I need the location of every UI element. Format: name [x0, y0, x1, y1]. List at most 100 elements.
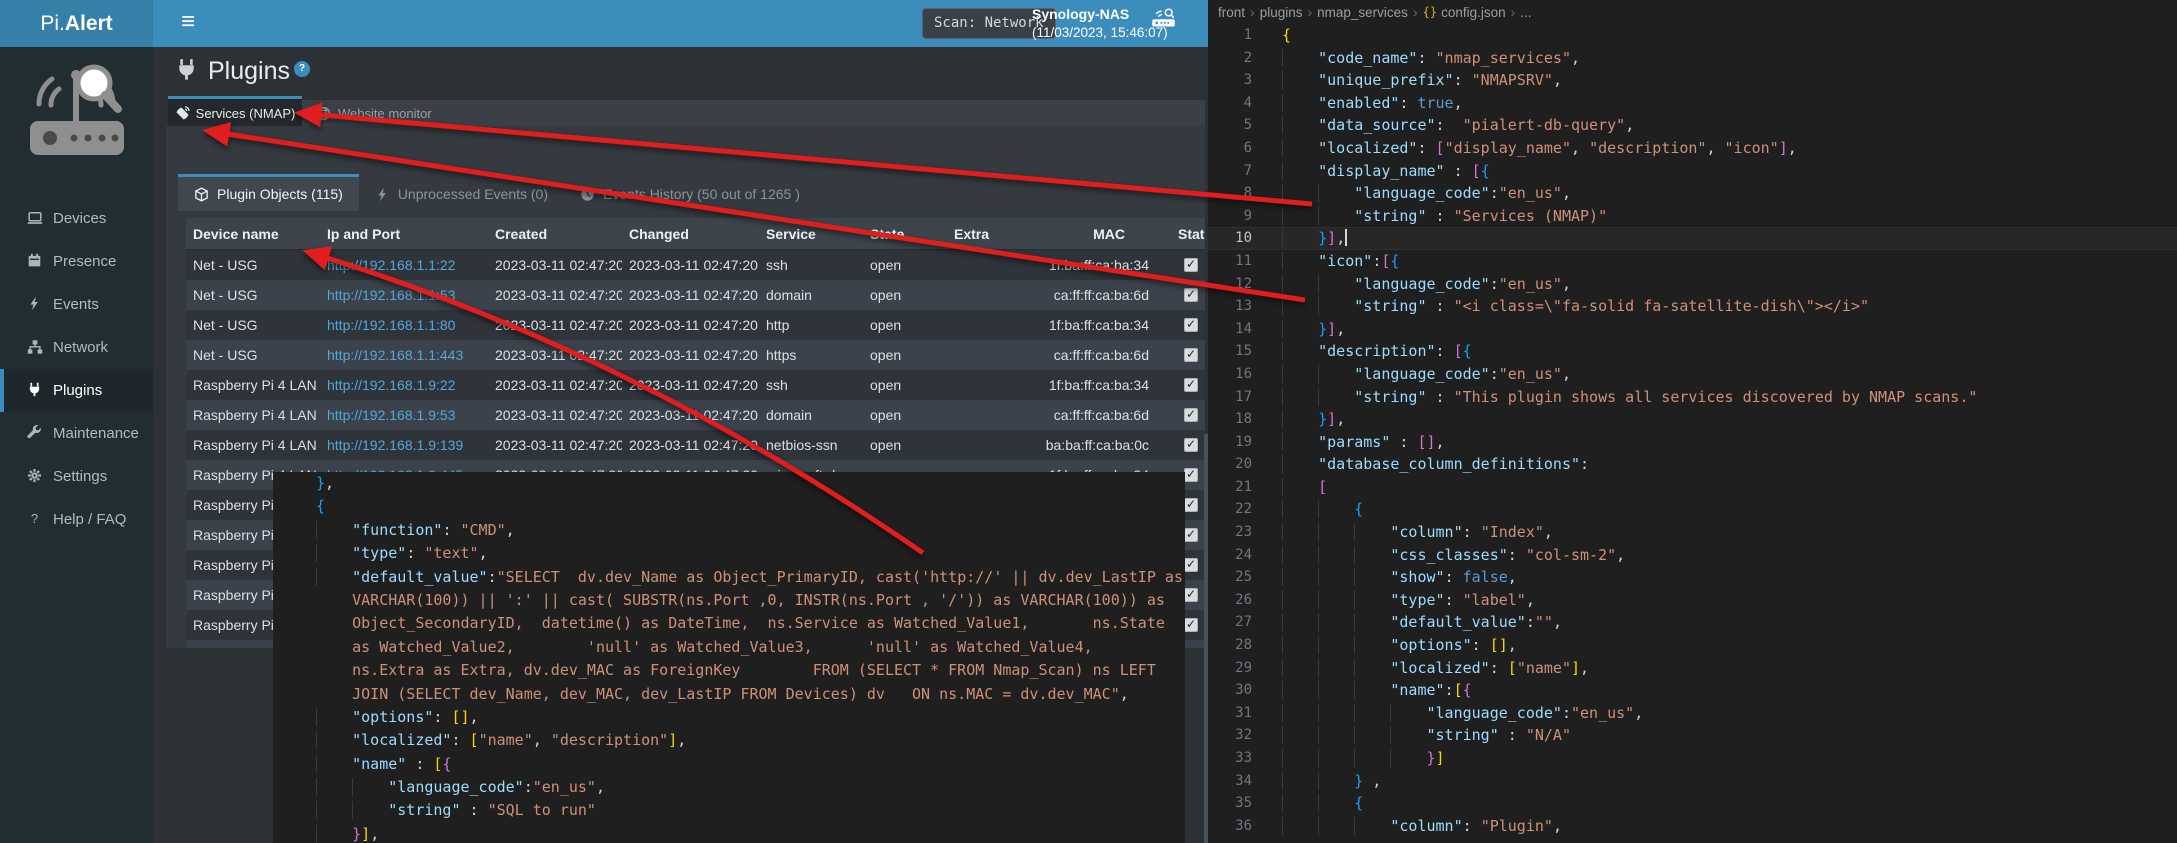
- column-header-extra[interactable]: Extra: [947, 226, 1027, 242]
- code-line[interactable]: 30 "name":[{: [1208, 679, 2177, 702]
- tab-website-monitor[interactable]: Website monitor: [302, 100, 446, 127]
- table-row[interactable]: Net - USGhttp://192.168.1.1:532023-03-11…: [186, 280, 1205, 310]
- ip-port-link[interactable]: http://192.168.1.1:22: [327, 257, 455, 273]
- code-line[interactable]: 14 }],: [1208, 318, 2177, 341]
- code-line[interactable]: 1{: [1208, 24, 2177, 47]
- status-checkbox[interactable]: [1184, 258, 1198, 272]
- tab-unprocessed-events[interactable]: Unprocessed Events (0): [359, 174, 564, 211]
- ip-port-link[interactable]: http://192.168.1.9:53: [327, 407, 455, 423]
- sidebar-item-devices[interactable]: Devices: [0, 197, 153, 240]
- breadcrumb-item-nmap-services[interactable]: nmap_services: [1317, 5, 1408, 20]
- tab-plugin-objects[interactable]: Plugin Objects (115): [178, 174, 359, 211]
- sidebar-item-network[interactable]: Network: [0, 326, 153, 369]
- code-line[interactable]: 34 } ,: [1208, 770, 2177, 793]
- code-line[interactable]: 28 "options": [],: [1208, 634, 2177, 657]
- code-line[interactable]: 22 {: [1208, 498, 2177, 521]
- line-number: 15: [1208, 340, 1252, 363]
- code-line[interactable]: 32 "string" : "N/A": [1208, 724, 2177, 747]
- code-line[interactable]: 8 "language_code":"en_us",: [1208, 182, 2177, 205]
- column-header-service[interactable]: Service: [759, 226, 863, 242]
- code-line[interactable]: 12 "language_code":"en_us",: [1208, 273, 2177, 296]
- breadcrumb-item-[interactable]: ...: [1520, 5, 1531, 20]
- status-checkbox[interactable]: [1184, 288, 1198, 302]
- status-checkbox[interactable]: [1184, 408, 1198, 422]
- code-line[interactable]: 29 "localized": ["name"],: [1208, 657, 2177, 680]
- status-checkbox[interactable]: [1184, 528, 1198, 542]
- code-line[interactable]: 23 "column": "Index",: [1208, 521, 2177, 544]
- code-line[interactable]: 35 {: [1208, 792, 2177, 815]
- status-checkbox[interactable]: [1184, 438, 1198, 452]
- code-line[interactable]: 16 "language_code":"en_us",: [1208, 363, 2177, 386]
- table-row[interactable]: Raspberry Pi 4 LANhttp://192.168.1.9:222…: [186, 370, 1205, 400]
- column-header-changed[interactable]: Changed: [622, 226, 759, 242]
- code-line[interactable]: 3 "unique_prefix": "NMAPSRV",: [1208, 69, 2177, 92]
- code-line[interactable]: 7 "display_name" : [{: [1208, 160, 2177, 183]
- code-line[interactable]: 10 }],: [1208, 227, 2177, 250]
- brand-logo[interactable]: Pi.Alert: [0, 0, 153, 47]
- code-line[interactable]: 19 "params" : [],: [1208, 431, 2177, 454]
- code-line[interactable]: 26 "type": "label",: [1208, 589, 2177, 612]
- column-header-state[interactable]: State: [863, 226, 947, 242]
- code-line[interactable]: 31 "language_code":"en_us",: [1208, 702, 2177, 725]
- code-line[interactable]: 20 "database_column_definitions":: [1208, 453, 2177, 476]
- code-line[interactable]: 21 [: [1208, 476, 2177, 499]
- code-line[interactable]: 24 "css_classes": "col-sm-2",: [1208, 544, 2177, 567]
- code-line[interactable]: 4 "enabled": true,: [1208, 92, 2177, 115]
- table-row[interactable]: Net - USGhttp://192.168.1.1:4432023-03-1…: [186, 340, 1205, 370]
- code-line[interactable]: 6 "localized": ["display_name", "descrip…: [1208, 137, 2177, 160]
- code-line[interactable]: 11 "icon":[{: [1208, 250, 2177, 273]
- sidebar-item-settings[interactable]: Settings: [0, 455, 153, 498]
- table-row[interactable]: Raspberry Pi 4 LANhttp://192.168.1.9:532…: [186, 400, 1205, 430]
- cell-state: open: [863, 377, 947, 393]
- status-checkbox[interactable]: [1184, 498, 1198, 512]
- sidebar-item-events[interactable]: Events: [0, 283, 153, 326]
- ip-port-link[interactable]: http://192.168.1.1:80: [327, 317, 455, 333]
- status-checkbox[interactable]: [1184, 348, 1198, 362]
- breadcrumb-item-config-json[interactable]: {}config.json: [1423, 5, 1506, 20]
- ip-port-link[interactable]: http://192.168.1.1:443: [327, 347, 463, 363]
- table-row[interactable]: Raspberry Pi 4 LANhttp://192.168.1.9:139…: [186, 430, 1205, 460]
- status-checkbox[interactable]: [1184, 318, 1198, 332]
- table-row[interactable]: Net - USGhttp://192.168.1.1:802023-03-11…: [186, 310, 1205, 340]
- status-checkbox[interactable]: [1184, 588, 1198, 602]
- cell-service: http: [759, 317, 863, 333]
- status-checkbox[interactable]: [1184, 618, 1198, 632]
- code-line[interactable]: 18 }],: [1208, 408, 2177, 431]
- code-line[interactable]: 9 "string" : "Services (NMAP)": [1208, 205, 2177, 228]
- status-checkbox[interactable]: [1184, 558, 1198, 572]
- vscode-editor[interactable]: front›plugins›nmap_services›{}config.jso…: [1208, 0, 2177, 843]
- column-header-mac[interactable]: MAC: [1027, 226, 1153, 242]
- tab-services-nmap[interactable]: Services (NMAP): [168, 96, 302, 127]
- sidebar-item-plugins[interactable]: Plugins: [0, 369, 153, 412]
- status-checkbox[interactable]: [1184, 468, 1198, 482]
- breadcrumb-item-plugins[interactable]: plugins: [1260, 5, 1303, 20]
- hamburger-menu-icon[interactable]: ≡: [166, 0, 210, 47]
- sidebar-item-presence[interactable]: Presence: [0, 240, 153, 283]
- column-header-device-name[interactable]: Device name: [186, 226, 320, 242]
- cell-created: 2023-03-11 02:47:20: [488, 257, 622, 273]
- ip-port-link[interactable]: http://192.168.1.9:139: [327, 437, 463, 453]
- status-checkbox[interactable]: [1184, 378, 1198, 392]
- code-line[interactable]: 13 "string" : "<i class=\"fa-solid fa-sa…: [1208, 295, 2177, 318]
- code-line[interactable]: 2 "code_name": "nmap_services",: [1208, 47, 2177, 70]
- column-header-status[interactable]: Status: [1153, 226, 1205, 242]
- sidebar-item-help-faq[interactable]: ?Help / FAQ: [0, 498, 153, 541]
- sidebar-item-maintenance[interactable]: Maintenance: [0, 412, 153, 455]
- ip-port-link[interactable]: http://192.168.1.1:53: [327, 287, 455, 303]
- code-line[interactable]: 33 }]: [1208, 747, 2177, 770]
- tab-events-history[interactable]: Events History (50 out of 1265 ): [564, 174, 816, 211]
- code-line[interactable]: 36 "column": "Plugin",: [1208, 815, 2177, 838]
- column-header-created[interactable]: Created: [488, 226, 622, 242]
- code-line[interactable]: 17 "string" : "This plugin shows all ser…: [1208, 386, 2177, 409]
- editor-code-area[interactable]: 1{2 "code_name": "nmap_services",3 "uniq…: [1208, 24, 2177, 837]
- code-line[interactable]: 15 "description": [{: [1208, 340, 2177, 363]
- breadcrumb-item-front[interactable]: front: [1218, 5, 1245, 20]
- code-line[interactable]: 25 "show": false,: [1208, 566, 2177, 589]
- router-scan-icon[interactable]: [1150, 7, 1177, 33]
- ip-port-link[interactable]: http://192.168.1.9:22: [327, 377, 455, 393]
- code-line[interactable]: 5 "data_source": "pialert-db-query",: [1208, 114, 2177, 137]
- column-header-ip-and-port[interactable]: Ip and Port: [320, 226, 488, 242]
- help-badge[interactable]: ?: [294, 61, 310, 77]
- code-line[interactable]: 27 "default_value":"",: [1208, 611, 2177, 634]
- table-row[interactable]: Net - USGhttp://192.168.1.1:222023-03-11…: [186, 250, 1205, 280]
